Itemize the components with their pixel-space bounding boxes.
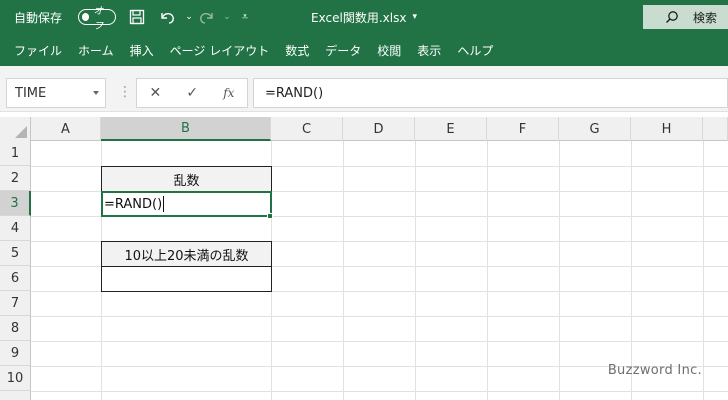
select-all-icon xyxy=(15,126,27,138)
search-label: 検索 xyxy=(693,10,718,25)
enter-icon[interactable]: ✓ xyxy=(186,85,198,101)
tab-review[interactable]: 校閲 xyxy=(369,34,409,66)
tab-file[interactable]: ファイル xyxy=(6,34,70,66)
formula-bar-buttons: ✕ ✓ fx xyxy=(136,78,248,108)
column-header-d[interactable]: D xyxy=(343,117,415,141)
gridline xyxy=(703,141,704,400)
undo-icon[interactable] xyxy=(156,0,178,34)
tab-page-layout[interactable]: ページ レイアウト xyxy=(162,34,278,66)
text-cursor xyxy=(163,196,165,212)
row-header-11[interactable] xyxy=(0,391,31,400)
watermark: Buzzword Inc. xyxy=(607,363,702,378)
autosave-state: オフ xyxy=(93,6,104,32)
row-header-10[interactable]: 10 xyxy=(0,366,31,391)
gridline xyxy=(415,141,416,400)
search-box[interactable]: 検索 xyxy=(643,5,728,29)
worksheet-grid: A B C D E F G H 1 2 3 4 5 6 7 8 9 10 乱数 … xyxy=(0,117,728,400)
cell-b3-value: =RAND() xyxy=(104,196,163,212)
gridline xyxy=(31,316,728,317)
column-header-e[interactable]: E xyxy=(415,117,487,141)
redo-icon[interactable] xyxy=(196,0,218,34)
column-header-a[interactable]: A xyxy=(31,117,101,141)
row-header-6[interactable]: 6 xyxy=(0,266,31,291)
column-header-h[interactable]: H xyxy=(631,117,703,141)
autosave-toggle[interactable]: オフ xyxy=(78,6,116,32)
row-header-4[interactable]: 4 xyxy=(0,216,31,241)
column-header-i[interactable] xyxy=(703,117,728,141)
gridline xyxy=(487,141,488,400)
insert-function-icon[interactable]: fx xyxy=(223,86,234,100)
formula-input[interactable]: =RAND() xyxy=(253,78,728,108)
row-header-3[interactable]: 3 xyxy=(0,191,31,216)
filename[interactable]: Excel関数用.xlsx xyxy=(311,9,406,26)
search-icon xyxy=(666,11,678,23)
gridline xyxy=(559,141,560,400)
cancel-icon[interactable]: ✕ xyxy=(150,85,162,101)
cell-b3-active[interactable]: =RAND() xyxy=(101,191,272,217)
row-header-7[interactable]: 7 xyxy=(0,291,31,316)
name-box-value: TIME xyxy=(15,85,47,101)
fill-handle[interactable] xyxy=(267,213,273,219)
gridline xyxy=(631,141,632,400)
column-header-c[interactable]: C xyxy=(271,117,343,141)
tab-home[interactable]: ホーム xyxy=(70,34,122,66)
name-box-dropdown-icon[interactable] xyxy=(93,91,99,95)
title-bar: 自動保存 オフ ⌄ ⌄ ⩡ Excel関数用.xlsx ▾ 検索 xyxy=(0,0,728,34)
gridline xyxy=(31,391,728,392)
formula-bar: TIME ⋮ ✕ ✓ fx =RAND() xyxy=(0,74,728,112)
column-header-b[interactable]: B xyxy=(101,117,271,141)
row-header-1[interactable]: 1 xyxy=(0,141,31,166)
customize-icon[interactable]: ⩡ xyxy=(234,0,256,34)
cell-b2[interactable]: 乱数 xyxy=(101,166,272,192)
row-header-9[interactable]: 9 xyxy=(0,341,31,366)
row-header-5[interactable]: 5 xyxy=(0,241,31,266)
select-all-button[interactable] xyxy=(0,117,31,141)
autosave-label: 自動保存 xyxy=(14,10,63,25)
gridline xyxy=(31,341,728,342)
row-header-8[interactable]: 8 xyxy=(0,316,31,341)
toggle-knob-icon xyxy=(82,13,90,21)
tab-view[interactable]: 表示 xyxy=(409,34,449,66)
tab-insert[interactable]: 挿入 xyxy=(122,34,162,66)
name-box[interactable]: TIME xyxy=(6,78,106,108)
tab-formulas[interactable]: 数式 xyxy=(277,34,317,66)
gridline xyxy=(343,141,344,400)
filename-chevron-icon[interactable]: ▾ xyxy=(412,12,417,22)
row-header-2[interactable]: 2 xyxy=(0,166,31,191)
cell-b5[interactable]: 10以上20未満の乱数 xyxy=(101,241,272,267)
tab-data[interactable]: データ xyxy=(317,34,369,66)
ribbon-gap xyxy=(0,66,728,74)
column-header-f[interactable]: F xyxy=(487,117,559,141)
column-header-g[interactable]: G xyxy=(559,117,631,141)
cell-b6[interactable] xyxy=(101,266,272,292)
tab-help[interactable]: ヘルプ xyxy=(449,34,501,66)
ribbon-tabs: ファイル ホーム 挿入 ページ レイアウト 数式 データ 校閲 表示 ヘルプ xyxy=(0,34,728,66)
formula-bar-grip-icon[interactable]: ⋮ xyxy=(118,84,132,100)
save-icon[interactable] xyxy=(126,0,148,34)
